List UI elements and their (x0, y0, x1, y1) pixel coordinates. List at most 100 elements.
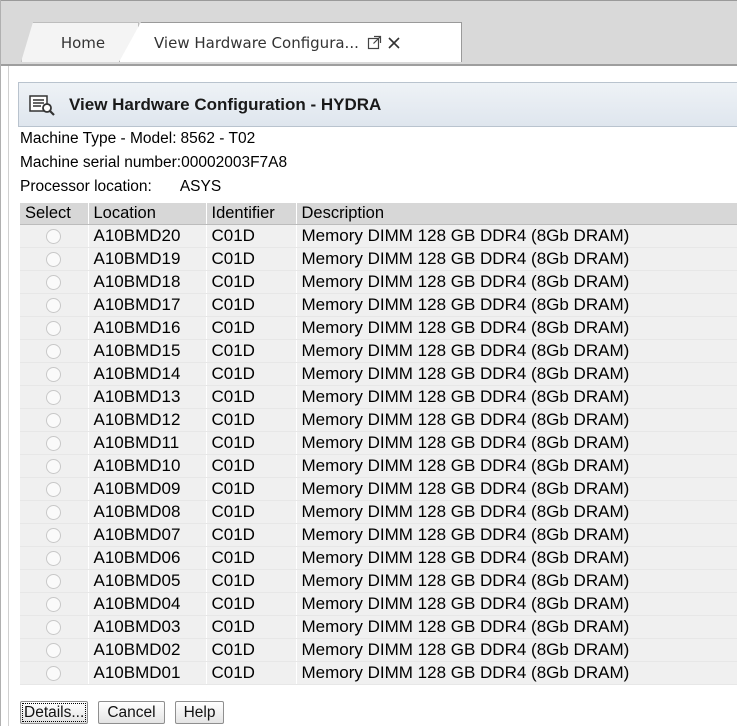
table-row[interactable]: A10BMD13 C01D Memory DIMM 128 GB DDR4 (8Gb… (20, 385, 737, 409)
select-cell (20, 385, 89, 409)
select-cell (20, 477, 89, 501)
help-button[interactable]: Help (174, 701, 225, 724)
row-select-radio[interactable] (46, 551, 62, 567)
tab-home[interactable]: Home (21, 22, 139, 62)
row-select-radio[interactable] (46, 597, 62, 613)
table-row[interactable]: A10BMD10 C01D Memory DIMM 128 GB DDR4 (8Gb… (20, 454, 737, 478)
table-row[interactable]: A10BMD05 C01D Memory DIMM 128 GB DDR4 (8Gb… (20, 569, 737, 593)
row-select-radio[interactable] (46, 528, 62, 544)
identifier-cell: C01D (206, 638, 297, 662)
table-row[interactable]: A10BMD16 C01D Memory DIMM 128 GB DDR4 (8Gb… (20, 316, 737, 340)
table-row[interactable]: A10BMD17 C01D Memory DIMM 128 GB DDR4 (8Gb… (20, 293, 737, 317)
tab-bar-divider (1, 64, 737, 66)
tab-view-hardware-configuration[interactable]: View Hardware Configura... (119, 22, 462, 62)
select-cell (20, 362, 89, 386)
hardware-table: Select Location Identifier Description A… (20, 203, 737, 685)
identifier-cell: C01D (206, 500, 297, 524)
table-row[interactable]: A10BMD14 C01D Memory DIMM 128 GB DDR4 (8Gb… (20, 362, 737, 386)
location-cell: A10BMD10 (88, 454, 207, 478)
identifier-cell: C01D (206, 408, 297, 432)
location-cell: A10BMD09 (88, 477, 207, 501)
row-select-radio[interactable] (46, 252, 62, 268)
page-title: View Hardware Configuration - HYDRA (69, 94, 382, 114)
table-row[interactable]: A10BMD09 C01D Memory DIMM 128 GB DDR4 (8Gb… (20, 477, 737, 501)
row-select-radio[interactable] (46, 229, 62, 245)
description-cell: Memory DIMM 128 GB DDR4 (8Gb DRAM) (296, 523, 737, 547)
row-select-radio[interactable] (46, 574, 62, 590)
location-cell: A10BMD19 (88, 247, 207, 271)
serial-number-label: Machine serial number: (20, 154, 182, 171)
description-cell: Memory DIMM 128 GB DDR4 (8Gb DRAM) (296, 293, 737, 317)
close-icon[interactable] (387, 36, 401, 50)
select-cell (20, 224, 89, 248)
row-select-radio[interactable] (46, 482, 62, 498)
table-row[interactable]: A10BMD18 C01D Memory DIMM 128 GB DDR4 (8Gb… (20, 270, 737, 294)
table-row[interactable]: A10BMD06 C01D Memory DIMM 128 GB DDR4 (8Gb… (20, 546, 737, 570)
table-row[interactable]: A10BMD03 C01D Memory DIMM 128 GB DDR4 (8Gb… (20, 615, 737, 639)
select-cell (20, 592, 89, 616)
table-row[interactable]: A10BMD07 C01D Memory DIMM 128 GB DDR4 (8Gb… (20, 523, 737, 547)
location-cell: A10BMD20 (88, 224, 207, 248)
table-header-row: Select Location Identifier Description (20, 203, 737, 225)
select-cell (20, 339, 89, 363)
details-button[interactable]: Details... (20, 701, 89, 724)
location-cell: A10BMD02 (88, 638, 207, 662)
select-cell (20, 546, 89, 570)
row-select-radio[interactable] (46, 275, 62, 291)
select-cell (20, 638, 89, 662)
row-select-radio[interactable] (46, 413, 62, 429)
description-cell: Memory DIMM 128 GB DDR4 (8Gb DRAM) (296, 661, 737, 685)
processor-location-row: Processor location: ASYS (20, 178, 221, 196)
location-cell: A10BMD11 (88, 431, 207, 455)
table-row[interactable]: A10BMD11 C01D Memory DIMM 128 GB DDR4 (8Gb… (20, 431, 737, 455)
row-select-radio[interactable] (46, 666, 62, 682)
table-row[interactable]: A10BMD02 C01D Memory DIMM 128 GB DDR4 (8Gb… (20, 638, 737, 662)
row-select-radio[interactable] (46, 505, 62, 521)
select-cell (20, 431, 89, 455)
cancel-button[interactable]: Cancel (98, 701, 165, 724)
table-row[interactable]: A10BMD01 C01D Memory DIMM 128 GB DDR4 (8Gb… (20, 661, 737, 685)
description-cell: Memory DIMM 128 GB DDR4 (8Gb DRAM) (296, 592, 737, 616)
row-select-radio[interactable] (46, 321, 62, 337)
row-select-radio[interactable] (46, 390, 62, 406)
description-cell: Memory DIMM 128 GB DDR4 (8Gb DRAM) (296, 408, 737, 432)
popout-icon[interactable] (367, 35, 382, 50)
hardware-config-icon (29, 94, 55, 116)
column-header-location[interactable]: Location (88, 203, 207, 225)
identifier-cell: C01D (206, 615, 297, 639)
row-select-radio[interactable] (46, 344, 62, 360)
location-cell: A10BMD17 (88, 293, 207, 317)
description-cell: Memory DIMM 128 GB DDR4 (8Gb DRAM) (296, 638, 737, 662)
row-select-radio[interactable] (46, 367, 62, 383)
table-row[interactable]: A10BMD04 C01D Memory DIMM 128 GB DDR4 (8Gb… (20, 592, 737, 616)
row-select-radio[interactable] (46, 643, 62, 659)
description-cell: Memory DIMM 128 GB DDR4 (8Gb DRAM) (296, 546, 737, 570)
table-row[interactable]: A10BMD12 C01D Memory DIMM 128 GB DDR4 (8Gb… (20, 408, 737, 432)
identifier-cell: C01D (206, 454, 297, 478)
table-row[interactable]: A10BMD08 C01D Memory DIMM 128 GB DDR4 (8Gb… (20, 500, 737, 524)
window-left-border (0, 0, 1, 726)
location-cell: A10BMD16 (88, 316, 207, 340)
machine-type-label: Machine Type - Model: (20, 130, 177, 147)
select-cell (20, 661, 89, 685)
select-cell (20, 615, 89, 639)
table-row[interactable]: A10BMD20 C01D Memory DIMM 128 GB DDR4 (8Gb… (20, 224, 737, 248)
row-select-radio[interactable] (46, 620, 62, 636)
row-select-radio[interactable] (46, 298, 62, 314)
column-header-description[interactable]: Description (296, 203, 737, 225)
machine-type-value: 8562 - T02 (180, 130, 256, 147)
tab-bar: Home View Hardware Configura... (1, 1, 737, 65)
table-row[interactable]: A10BMD15 C01D Memory DIMM 128 GB DDR4 (8Gb… (20, 339, 737, 363)
row-select-radio[interactable] (46, 459, 62, 475)
table-row[interactable]: A10BMD19 C01D Memory DIMM 128 GB DDR4 (8Gb… (20, 247, 737, 271)
location-cell: A10BMD13 (88, 385, 207, 409)
identifier-cell: C01D (206, 224, 297, 248)
description-cell: Memory DIMM 128 GB DDR4 (8Gb DRAM) (296, 615, 737, 639)
tab-home-label: Home (60, 33, 106, 52)
select-cell (20, 569, 89, 593)
column-header-select[interactable]: Select (20, 203, 89, 225)
select-cell (20, 247, 89, 271)
select-cell (20, 293, 89, 317)
row-select-radio[interactable] (46, 436, 62, 452)
column-header-identifier[interactable]: Identifier (206, 203, 297, 225)
